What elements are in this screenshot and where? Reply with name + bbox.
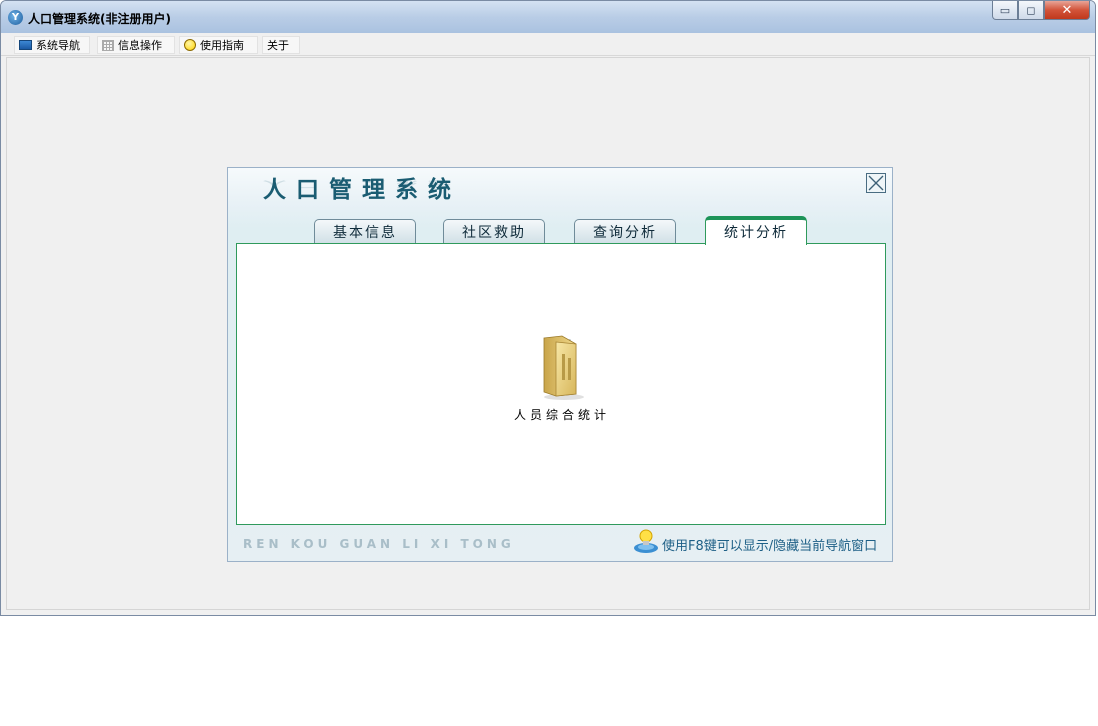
panel-close-button[interactable] — [866, 173, 886, 193]
tab-community-aid[interactable]: 社区救助 — [443, 219, 545, 244]
footer-brand: REN KOU GUAN LI XI TONG — [243, 537, 515, 551]
lightbulb-icon — [634, 529, 658, 553]
menu-item-about[interactable]: 关于 — [262, 36, 300, 54]
maximize-button[interactable]: ◻ — [1018, 1, 1044, 20]
tab-statistics-analysis[interactable]: 统计分析 — [705, 216, 807, 245]
minimize-button[interactable]: ▭ — [992, 1, 1018, 20]
menu-item-label: 使用指南 — [200, 39, 244, 52]
window-title: 人口管理系统(非注册用户) — [28, 12, 171, 26]
footer-tip: 使用F8键可以显示/隐藏当前导航窗口 — [662, 539, 878, 554]
close-icon: ✕ — [1061, 2, 1073, 18]
feature-label: 人员综合统计 — [513, 408, 610, 422]
screen-icon — [19, 40, 32, 50]
tab-content: 人员综合统计 — [236, 243, 886, 525]
menu-item-user-guide[interactable]: 使用指南 — [179, 36, 258, 54]
panel-tabs: 基本信息 社区救助 查询分析 统计分析 — [228, 216, 892, 245]
menu-bar: 系统导航 信息操作 使用指南 关于 — [1, 33, 1095, 56]
minimize-icon: ▭ — [999, 3, 1011, 17]
grid-icon — [102, 39, 114, 51]
menu-item-label: 系统导航 — [36, 39, 80, 52]
title-bar[interactable]: Y 人口管理系统(非注册用户) ▭ ◻ ✕ — [1, 1, 1095, 34]
close-icon — [868, 175, 884, 191]
menu-item-system-nav[interactable]: 系统导航 — [14, 36, 90, 54]
app-icon[interactable]: Y — [8, 10, 23, 25]
tab-basic-info[interactable]: 基本信息 — [314, 219, 416, 244]
close-button[interactable]: ✕ — [1044, 1, 1090, 20]
menu-item-label: 关于 — [267, 39, 289, 52]
menu-item-label: 信息操作 — [118, 39, 162, 52]
panel-header: 人口管理系统 人口管理系统 — [228, 168, 892, 203]
panel-title-reflection: 人口管理系统 — [263, 178, 461, 190]
panel-footer: REN KOU GUAN LI XI TONG 使用F8键可以显示/隐藏当前导航… — [228, 528, 892, 561]
tab-query-analysis[interactable]: 查询分析 — [574, 219, 676, 244]
navigation-panel: 人口管理系统 人口管理系统 基本信息 社区救助 查询分析 统计分析 人员综合统计… — [227, 167, 893, 562]
menu-item-info-ops[interactable]: 信息操作 — [97, 36, 175, 54]
feature-person-statistics[interactable]: 人员综合统计 — [497, 334, 627, 423]
restore-icon: ◻ — [1026, 3, 1036, 17]
window-controls: ▭ ◻ ✕ — [992, 1, 1090, 20]
folder-documents-icon — [543, 335, 584, 400]
help-icon — [184, 39, 196, 51]
